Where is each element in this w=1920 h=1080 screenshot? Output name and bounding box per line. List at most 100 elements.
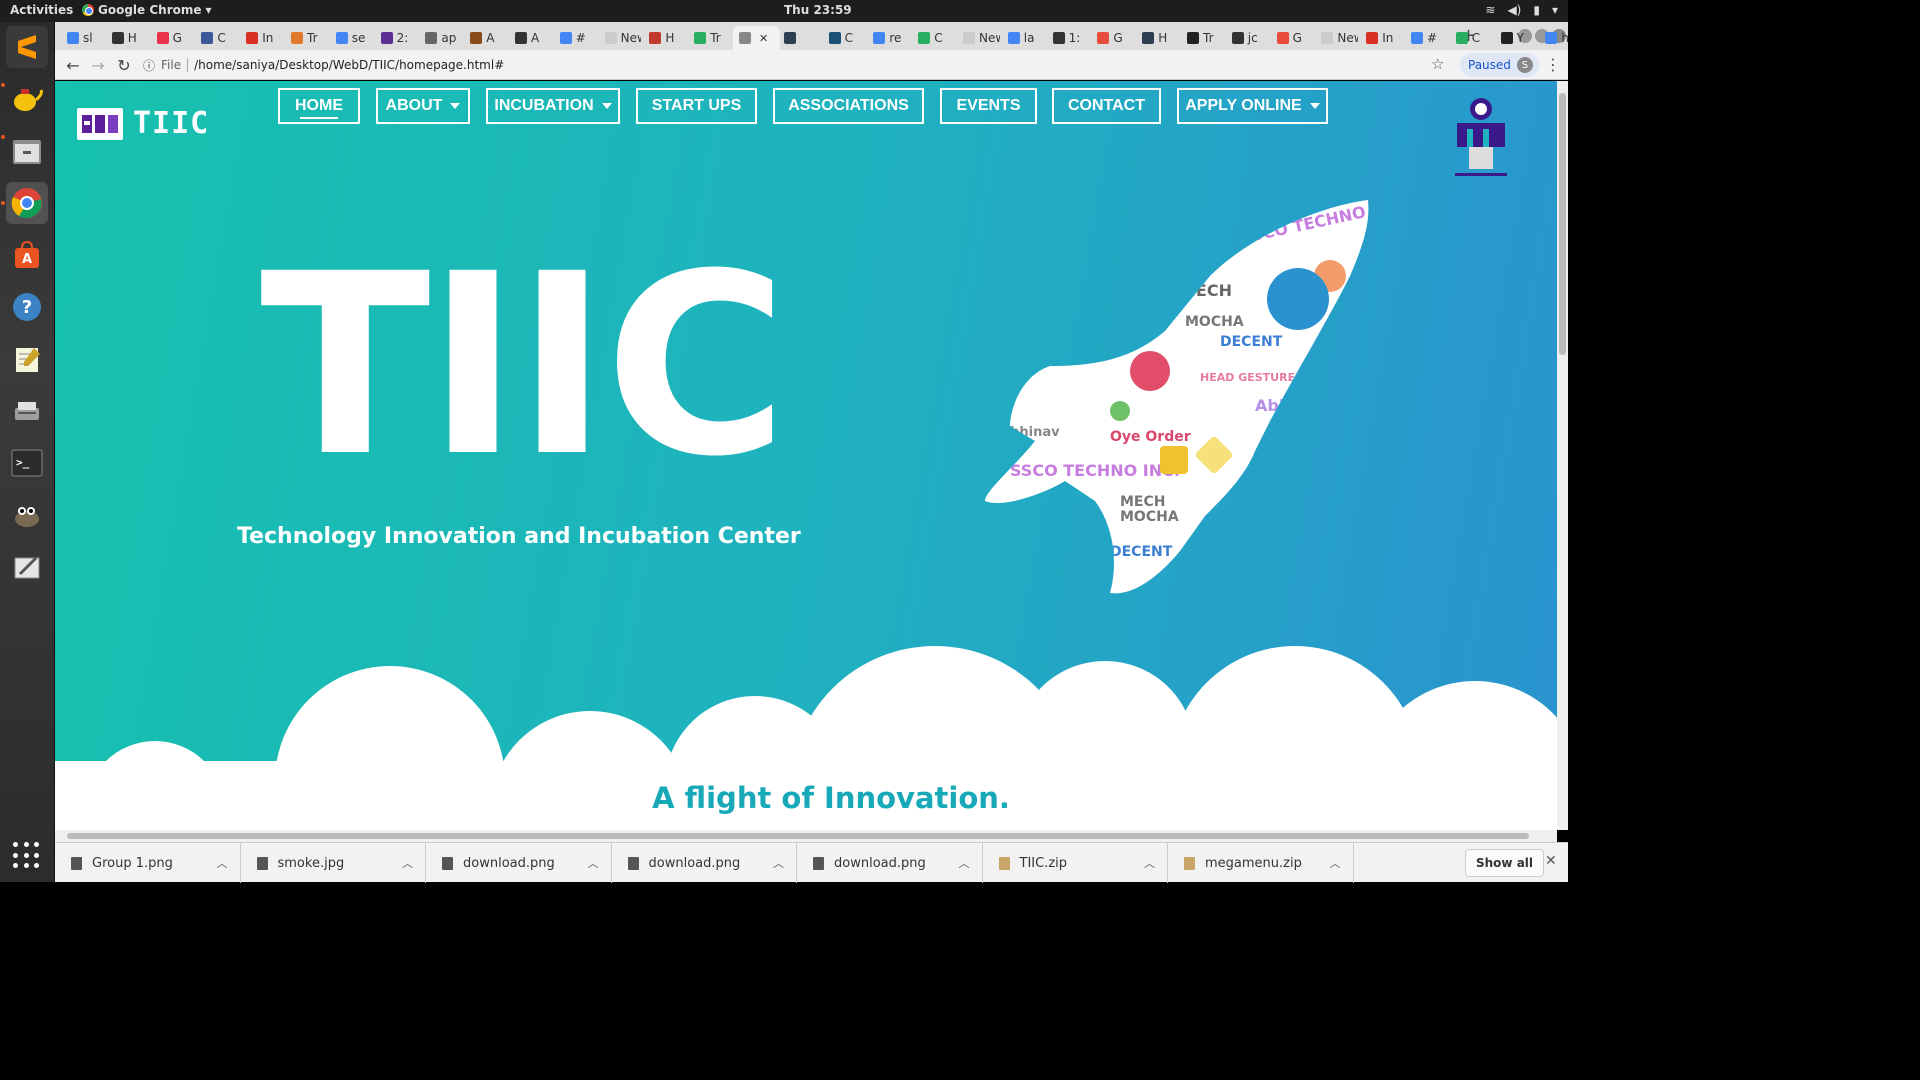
- bookmark-star-icon[interactable]: ☆: [1431, 55, 1444, 73]
- browser-tab[interactable]: In: [1360, 26, 1403, 50]
- info-icon[interactable]: ⓘ: [143, 57, 155, 74]
- browser-tab[interactable]: #: [1405, 26, 1448, 50]
- scanner-icon[interactable]: [6, 390, 48, 432]
- vertical-scrollbar[interactable]: [1557, 81, 1568, 830]
- gimp-icon[interactable]: [6, 494, 48, 536]
- browser-tab[interactable]: G: [1091, 26, 1134, 50]
- download-item[interactable]: download.png ︿: [426, 843, 612, 883]
- browser-tab[interactable]: G: [1271, 26, 1314, 50]
- browser-tab[interactable]: ap: [419, 26, 462, 50]
- browser-tab[interactable]: Y: [1495, 26, 1538, 50]
- image-file-icon: [256, 856, 268, 870]
- browser-tab[interactable]: New: [957, 26, 1000, 50]
- browser-tab[interactable]: H: [106, 26, 149, 50]
- nav-label: HOME: [295, 97, 343, 114]
- browser-tab[interactable]: C: [1450, 26, 1493, 50]
- system-tray[interactable]: ≋ ◀) ▮ ▾: [1485, 3, 1558, 17]
- browser-tab[interactable]: Tr: [1181, 26, 1224, 50]
- browser-tab[interactable]: sl: [61, 26, 104, 50]
- browser-tab[interactable]: New: [599, 26, 642, 50]
- browser-tab[interactable]: Tr: [285, 26, 328, 50]
- browser-tab[interactable]: H: [643, 26, 686, 50]
- close-tab-icon[interactable]: ✕: [759, 32, 768, 45]
- browser-tab[interactable]: h: [1539, 26, 1582, 50]
- tab-strip: + slHGCInTrse2:apAA#NewHTr✕CreCNewla1:GH…: [55, 22, 1569, 50]
- svg-text:Abhinav: Abhinav: [1000, 425, 1060, 440]
- nav-associations[interactable]: ASSOCIATIONS: [773, 88, 924, 124]
- app-name: Google Chrome: [98, 3, 202, 17]
- reload-icon[interactable]: ↻: [114, 55, 134, 75]
- tab-label: sl: [83, 31, 93, 45]
- partner-logo-icon[interactable]: [1453, 95, 1509, 181]
- back-arrow-icon[interactable]: ←: [63, 55, 83, 75]
- chevron-up-icon[interactable]: ︿: [217, 855, 228, 871]
- browser-tab[interactable]: re: [867, 26, 910, 50]
- more-menu-icon[interactable]: ⋮: [1545, 55, 1561, 74]
- browser-tab[interactable]: 2:: [375, 26, 418, 50]
- clock[interactable]: Thu 23:59: [784, 3, 852, 17]
- tab-favicon-icon: [1500, 32, 1513, 44]
- chevron-up-icon[interactable]: ︿: [1330, 855, 1341, 871]
- profile-paused-button[interactable]: Paused S: [1460, 53, 1539, 77]
- download-item[interactable]: download.png ︿: [797, 843, 983, 883]
- chevron-up-icon[interactable]: ︿: [402, 855, 413, 871]
- software-center-icon[interactable]: A: [6, 234, 48, 276]
- browser-tab[interactable]: [778, 26, 821, 50]
- horizontal-scrollbar[interactable]: [55, 830, 1557, 842]
- app-menu[interactable]: Google Chrome ▾: [82, 3, 212, 17]
- download-item[interactable]: TIIC.zip ︿: [983, 843, 1168, 883]
- sublime-text-icon[interactable]: [6, 26, 48, 68]
- browser-tab[interactable]: H: [1136, 26, 1179, 50]
- browser-tab[interactable]: ✕: [733, 26, 780, 50]
- browser-tab[interactable]: A: [464, 26, 507, 50]
- help-icon[interactable]: ?: [6, 286, 48, 328]
- activities-button[interactable]: Activities: [10, 3, 73, 17]
- forward-arrow-icon[interactable]: →: [88, 55, 108, 75]
- download-item[interactable]: megamenu.zip ︿: [1168, 843, 1354, 883]
- chevron-up-icon[interactable]: ︿: [1144, 855, 1155, 871]
- browser-tab[interactable]: la: [1002, 26, 1045, 50]
- browser-tab[interactable]: #: [554, 26, 597, 50]
- files-icon[interactable]: [6, 130, 48, 172]
- tab-favicon-icon: [1187, 32, 1199, 44]
- url-text[interactable]: /home/saniya/Desktop/WebD/TIIC/homepage.…: [194, 58, 504, 72]
- nav-incubation[interactable]: INCUBATION: [486, 88, 620, 124]
- nav-home[interactable]: HOME: [278, 88, 360, 124]
- nav-about[interactable]: ABOUT: [376, 88, 470, 124]
- download-item[interactable]: Group 1.png ︿: [55, 843, 241, 883]
- chevron-up-icon[interactable]: ︿: [588, 855, 599, 871]
- address-bar[interactable]: ⓘ File /home/saniya/Desktop/WebD/TIIC/ho…: [143, 53, 1439, 77]
- download-item[interactable]: download.png ︿: [612, 843, 797, 883]
- download-item[interactable]: smoke.jpg ︿: [241, 843, 426, 883]
- browser-tab[interactable]: se: [330, 26, 373, 50]
- tab-label: New: [620, 31, 642, 45]
- nav-label: START UPS: [651, 97, 742, 114]
- browser-tab[interactable]: G: [151, 26, 194, 50]
- close-icon[interactable]: ✕: [1545, 853, 1557, 869]
- browser-tab[interactable]: 1:: [1047, 26, 1090, 50]
- browser-tab[interactable]: C: [912, 26, 955, 50]
- scrollbar-thumb[interactable]: [1559, 93, 1566, 355]
- scrollbar-thumb[interactable]: [67, 833, 1529, 839]
- teapot-icon[interactable]: [6, 78, 48, 120]
- browser-tab[interactable]: jc: [1226, 26, 1269, 50]
- nav-startups[interactable]: START UPS: [636, 88, 757, 124]
- show-applications-icon[interactable]: [13, 842, 41, 870]
- text-editor-icon[interactable]: [6, 338, 48, 380]
- browser-tab[interactable]: C: [195, 26, 238, 50]
- nav-apply-online[interactable]: APPLY ONLINE: [1177, 88, 1328, 124]
- screenshot-icon[interactable]: [6, 546, 48, 588]
- browser-tab[interactable]: Tr: [688, 26, 731, 50]
- browser-tab[interactable]: A: [509, 26, 552, 50]
- chevron-up-icon[interactable]: ︿: [959, 855, 970, 871]
- download-filename: download.png: [834, 855, 926, 871]
- browser-tab[interactable]: In: [240, 26, 283, 50]
- chevron-up-icon[interactable]: ︿: [773, 855, 784, 871]
- show-all-button[interactable]: Show all: [1465, 849, 1545, 877]
- terminal-icon[interactable]: >_: [6, 442, 48, 484]
- nav-contact[interactable]: CONTACT: [1052, 88, 1161, 124]
- nav-events[interactable]: EVENTS: [940, 88, 1037, 124]
- browser-tab[interactable]: C: [823, 26, 866, 50]
- chrome-dock-icon[interactable]: [6, 182, 48, 224]
- browser-tab[interactable]: New: [1315, 26, 1358, 50]
